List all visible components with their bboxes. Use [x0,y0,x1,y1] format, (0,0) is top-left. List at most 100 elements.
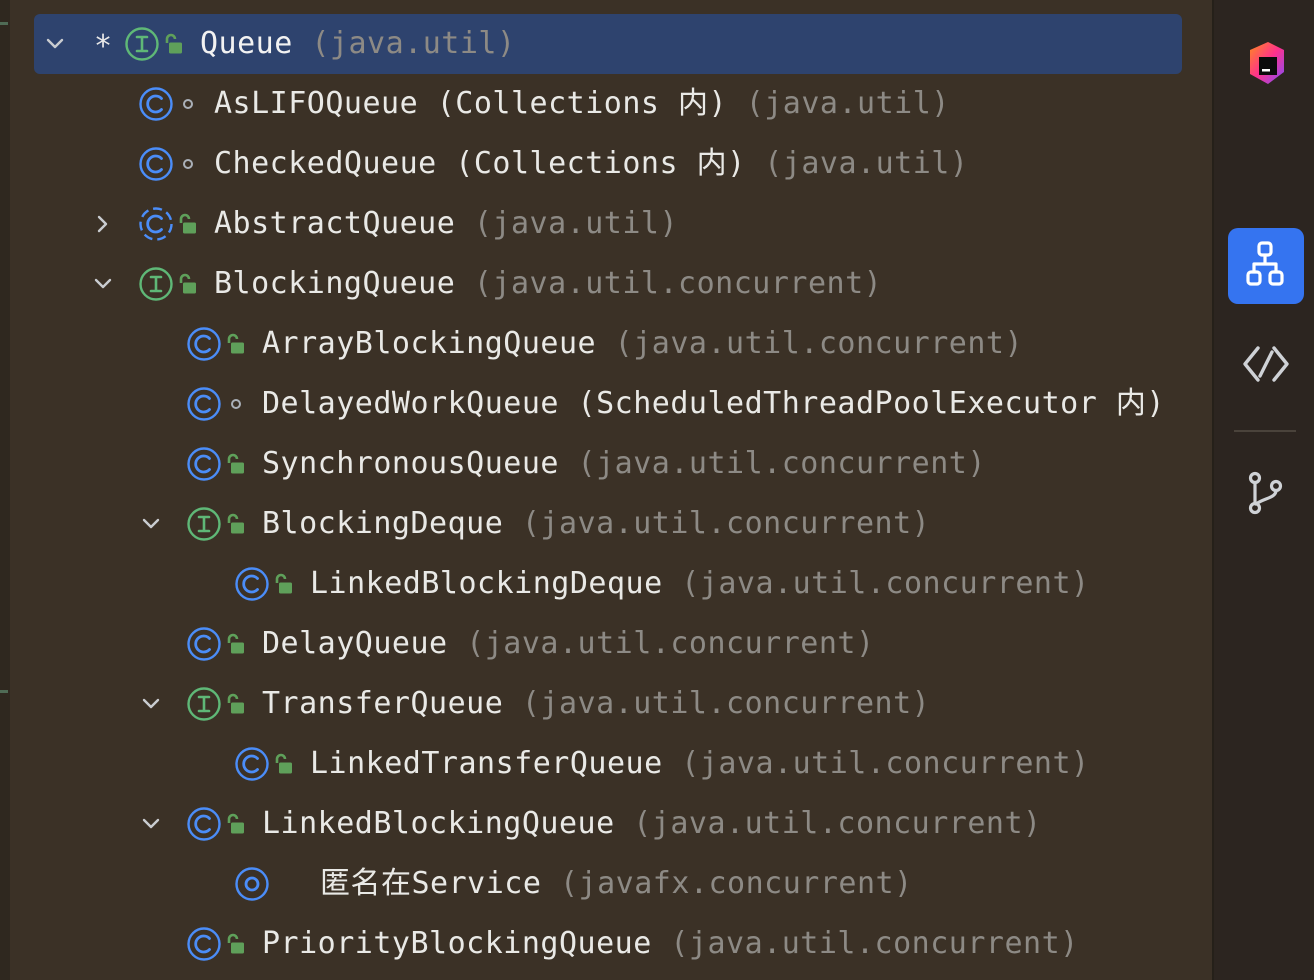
class-icon [186,926,222,962]
package-private-access-icon [183,159,193,169]
type-name: AsLIFOQueue [214,86,419,121]
hierarchy-tool-button[interactable] [1228,228,1304,304]
hierarchy-row[interactable]: DelayedWorkQueue (ScheduledThreadPoolExe… [10,360,1212,422]
row-label: SynchronousQueue (java.util.concurrent) [262,446,986,482]
jetbrains-logo-button[interactable] [1228,22,1304,98]
package-name: (java.util.concurrent) [681,566,1090,601]
public-access-icon [224,693,246,715]
interface-icon [124,26,160,62]
row-label: LinkedBlockingQueue (java.util.concurren… [262,806,1042,842]
public-access-icon [224,933,246,955]
type-name: 匿名在Service [320,866,542,901]
public-access-icon [176,273,198,295]
type-name: TransferQueue [262,686,504,721]
class-icon [234,566,270,602]
hierarchy-row[interactable]: TransferQueue (java.util.concurrent) [10,660,1212,722]
gutter-change-marker [0,690,8,693]
public-access-icon [224,513,246,535]
chevron-down-icon[interactable] [140,693,162,715]
class-icon [186,386,222,422]
hierarchy-row[interactable]: DelayQueue (java.util.concurrent) [10,600,1212,662]
public-access-icon [272,573,294,595]
app-window: * Queue (java.util) AsLIFOQueue (Collectio… [0,0,1314,980]
hierarchy-row[interactable]: BlockingQueue (java.util.concurrent) [10,240,1212,302]
chevron-right-icon[interactable] [92,213,114,235]
type-name: BlockingDeque [262,506,504,541]
type-name: AbstractQueue [214,206,456,241]
type-name: CheckedQueue [214,146,437,181]
editor-gutter-strip [0,0,10,980]
hierarchy-row[interactable]: BlockingDeque (java.util.concurrent) [10,480,1212,542]
code-tool-button[interactable] [1228,326,1304,402]
package-name: (java.util) [473,206,679,241]
class-icon [234,746,270,782]
hierarchy-row[interactable]: CheckedQueue (Collections 内) (java.util) [10,120,1212,182]
anonymous-class-icon [234,866,270,902]
hierarchy-row[interactable]: LinkedBlockingDeque (java.util.concurren… [10,540,1212,602]
chevron-down-icon[interactable] [92,273,114,295]
package-name: (java.util) [764,146,969,181]
row-label: LinkedBlockingDeque (java.util.concurren… [310,566,1090,602]
hierarchy-row[interactable]: * Queue (java.util) [10,0,1212,74]
tool-window-bar [1212,0,1314,980]
package-name: (java.util.concurrent) [670,926,1079,961]
type-name: LinkedTransferQueue [310,746,663,781]
row-label: Queue (java.util) [200,26,516,62]
type-name: LinkedBlockingDeque [310,566,663,601]
interface-icon [186,506,222,542]
type-name: PriorityBlockingQueue [262,926,652,961]
git-branch-icon [1248,471,1283,515]
class-icon [138,86,174,122]
row-label: BlockingDeque (java.util.concurrent) [262,506,930,542]
chevron-down-icon[interactable] [44,33,66,55]
row-label: TransferQueue (java.util.concurrent) [262,686,930,722]
hierarchy-row[interactable]: LinkedTransferQueue (java.util.concurren… [10,720,1212,782]
type-name: LinkedBlockingQueue [262,806,615,841]
type-name: ArrayBlockingQueue [262,326,597,361]
row-label: BlockingQueue (java.util.concurrent) [214,266,882,302]
package-name: (java.util.concurrent) [473,266,883,301]
row-label: DelayQueue (java.util.concurrent) [262,626,875,662]
row-label: CheckedQueue (Collections 内) (java.util) [214,146,968,182]
row-label: 匿名在Service (javafx.concurrent) [320,866,913,902]
type-name: SynchronousQueue [262,446,559,481]
git-tool-button[interactable] [1228,456,1304,532]
outer-class-qualifier: (Collections 内) [418,86,728,121]
package-name: (java.util.concurrent) [614,326,1024,361]
hierarchy-row[interactable]: LinkedBlockingQueue (java.util.concurren… [10,780,1212,842]
public-access-icon [224,813,246,835]
package-name: (java.util.concurrent) [466,626,875,661]
hierarchy-row[interactable]: AbstractQueue (java.util) [10,180,1212,242]
class-icon [186,446,222,482]
hierarchy-row[interactable]: AsLIFOQueue (Collections 内) (java.util) [10,60,1212,122]
public-access-icon [224,333,246,355]
row-label: AbstractQueue (java.util) [214,206,678,242]
hierarchy-row[interactable]: ArrayBlockingQueue (java.util.concurrent… [10,300,1212,362]
package-name: (java.util) [311,26,516,61]
public-access-icon [272,753,294,775]
chevron-down-icon[interactable] [140,513,162,535]
hierarchy-row[interactable]: 匿名在Service (javafx.concurrent) [10,840,1212,902]
type-name: Queue [200,26,293,61]
code-icon [1243,346,1289,382]
row-label: LinkedTransferQueue (java.util.concurren… [310,746,1090,782]
class-icon [186,626,222,662]
package-name: (java.util.concurrent) [681,746,1090,781]
hierarchy-row[interactable]: SynchronousQueue (java.util.concurrent) [10,420,1212,482]
type-name: DelayedWorkQueue [262,386,559,421]
public-access-icon [176,213,198,235]
hierarchy-icon [1246,241,1284,286]
class-icon [186,326,222,362]
root-marker-star: * [94,29,113,64]
chevron-down-icon[interactable] [140,813,162,835]
outer-class-qualifier: (ScheduledThreadPoolExecutor 内) [558,386,1165,421]
package-private-access-icon [183,99,193,109]
abstract-class-icon [138,206,174,242]
row-label: PriorityBlockingQueue (java.util.concurr… [262,926,1079,962]
public-access-icon [162,33,184,55]
tool-bar-separator [1234,430,1296,432]
type-hierarchy-tree[interactable]: * Queue (java.util) AsLIFOQueue (Collectio… [10,0,1212,980]
hierarchy-row[interactable]: PriorityBlockingQueue (java.util.concurr… [10,900,1212,962]
type-name: DelayQueue [262,626,448,661]
package-name: (javafx.concurrent) [560,866,913,901]
